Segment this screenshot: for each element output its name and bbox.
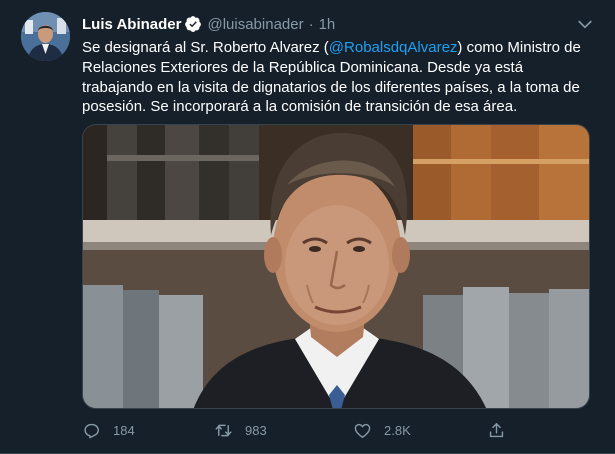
- like-count: 2.8K: [384, 422, 411, 438]
- author-handle[interactable]: @luisabinader: [207, 16, 303, 33]
- reply-count: 184: [113, 422, 135, 438]
- tweet-photo[interactable]: [82, 124, 590, 409]
- retweet-button[interactable]: 983: [214, 418, 267, 442]
- like-button[interactable]: 2.8K: [353, 418, 411, 442]
- separator-dot: ·: [308, 15, 314, 33]
- avatar[interactable]: [21, 12, 70, 61]
- share-button[interactable]: [487, 418, 518, 442]
- share-icon: [489, 422, 504, 437]
- verified-badge-icon: [184, 15, 202, 33]
- heart-icon: [354, 423, 371, 438]
- mention-link[interactable]: @RobalsdqAlvarez: [329, 39, 458, 56]
- author-name[interactable]: Luis Abinader: [82, 16, 181, 33]
- avatar-image: [21, 12, 70, 61]
- reply-icon: [84, 423, 99, 438]
- retweet-count: 983: [245, 422, 267, 438]
- portrait-photo: [83, 125, 589, 408]
- tweet-actions: 184 983 2.8K: [82, 418, 512, 442]
- reply-button[interactable]: 184: [82, 418, 135, 442]
- tweet-header: Luis Abinader @luisabinader · 1h: [82, 13, 335, 35]
- tweet-text: Se designará al Sr. Roberto Alvarez (@Ro…: [82, 38, 597, 117]
- tweet[interactable]: Luis Abinader @luisabinader · 1h Se desi…: [0, 0, 615, 454]
- chevron-down-icon[interactable]: [575, 14, 595, 34]
- retweet-icon: [215, 424, 232, 436]
- tweet-text-part1: Se designará al Sr. Roberto Alvarez (: [82, 39, 329, 56]
- timestamp[interactable]: 1h: [319, 16, 336, 33]
